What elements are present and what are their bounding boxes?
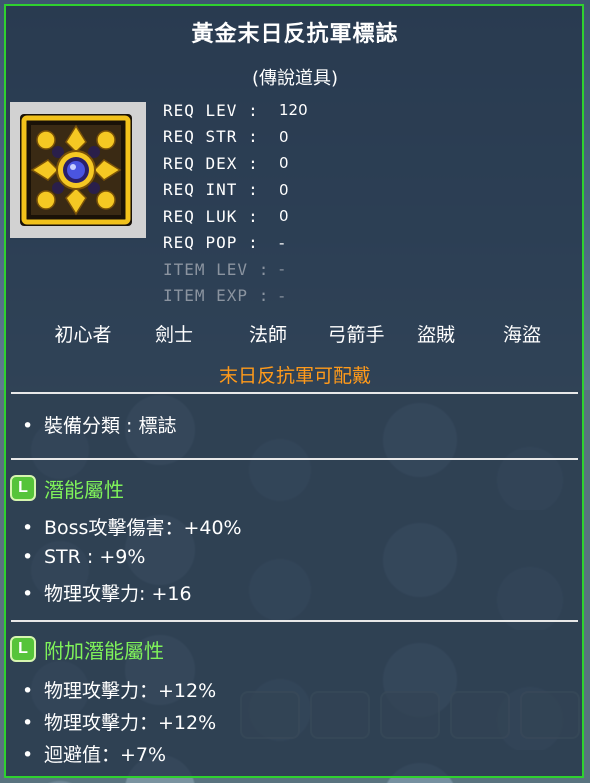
- class-restriction: 末日反抗軍可配戴: [218, 365, 371, 387]
- job-magician: 法師: [248, 324, 288, 346]
- legendary-badge-icon: L: [10, 475, 36, 501]
- bullet: •: [22, 415, 34, 437]
- bonus-potential-line: • 迴避值：+7%: [22, 740, 166, 767]
- potential-header: L 潛能屬性: [10, 474, 124, 502]
- req-level-row: REQ LEV : 120: [163, 97, 308, 124]
- req-dex-row: REQ DEX : 0: [163, 150, 308, 177]
- bonus-potential-line-text: 迴避值：+7%: [44, 744, 167, 766]
- req-value: 0: [279, 207, 289, 226]
- equip-category: • 裝備分類 : 標誌: [22, 411, 176, 438]
- req-label: ITEM EXP :: [163, 286, 270, 306]
- req-label: REQ LEV :: [163, 100, 259, 120]
- req-str-row: REQ STR : 0: [163, 124, 308, 151]
- equip-category-text: 裝備分類 : 標誌: [44, 415, 177, 437]
- req-label: REQ STR :: [163, 127, 259, 147]
- req-value: 0: [279, 180, 289, 199]
- req-label: ITEM LEV :: [163, 259, 270, 279]
- job-warrior: 劍士: [154, 324, 194, 346]
- job-bowman: 弓箭手: [327, 324, 385, 346]
- job-beginner: 初心者: [54, 324, 112, 346]
- req-value: 120: [279, 101, 308, 120]
- bonus-potential-line: • 物理攻擊力：+12%: [22, 708, 216, 735]
- bonus-potential-line-text: 物理攻擊力：+12%: [44, 680, 217, 702]
- bonus-potential-header: L 附加潛能屬性: [10, 635, 164, 663]
- potential-line-text: 物理攻擊力: +16: [44, 583, 192, 605]
- req-pop-row: REQ POP : -: [163, 230, 308, 257]
- job-list: 初心者 劍士 法師 弓箭手 盜賊 海盜: [0, 320, 590, 346]
- bullet: •: [22, 517, 34, 539]
- requirements-list: REQ LEV : 120 REQ STR : 0 REQ DEX : 0 RE…: [163, 97, 308, 309]
- bonus-potential-title: 附加潛能屬性: [44, 638, 164, 663]
- req-value: 0: [279, 127, 289, 146]
- bullet: •: [22, 744, 34, 766]
- potential-line-text: STR : +9%: [44, 546, 146, 568]
- potential-line: • STR : +9%: [22, 546, 145, 568]
- legendary-badge-icon: L: [10, 636, 36, 662]
- req-label: REQ POP :: [163, 233, 259, 253]
- item-level-row: ITEM LEV : -: [163, 256, 308, 283]
- item-exp-row: ITEM EXP : -: [163, 283, 308, 310]
- item-name: 黃金末日反抗軍標誌: [191, 22, 399, 47]
- potential-line: • 物理攻擊力: +16: [22, 579, 192, 606]
- req-value: -: [279, 260, 285, 279]
- req-value: 0: [279, 154, 289, 173]
- bullet: •: [22, 712, 34, 734]
- divider: [11, 392, 578, 394]
- bonus-potential-line: • 物理攻擊力：+12%: [22, 676, 216, 703]
- potential-title: 潛能屬性: [44, 477, 124, 502]
- bonus-potential-line-text: 物理攻擊力：+12%: [44, 712, 217, 734]
- divider: [11, 458, 578, 460]
- bullet: •: [22, 546, 34, 568]
- potential-line-text: Boss攻擊傷害：+40%: [44, 517, 242, 539]
- req-value: -: [279, 233, 285, 252]
- req-value: -: [279, 286, 285, 305]
- job-thief: 盜賊: [416, 324, 456, 346]
- req-label: REQ INT :: [163, 180, 259, 200]
- item-grade: (傳說道具): [251, 68, 339, 89]
- req-luk-row: REQ LUK : 0: [163, 203, 308, 230]
- potential-line: • Boss攻擊傷害：+40%: [22, 513, 242, 540]
- bullet: •: [22, 583, 34, 605]
- bullet: •: [22, 680, 34, 702]
- divider: [11, 620, 578, 622]
- item-icon-frame: [10, 102, 146, 238]
- req-label: REQ LUK :: [163, 206, 259, 226]
- req-label: REQ DEX :: [163, 153, 259, 173]
- job-pirate: 海盜: [502, 324, 542, 346]
- req-int-row: REQ INT : 0: [163, 177, 308, 204]
- emblem-icon: [20, 114, 132, 226]
